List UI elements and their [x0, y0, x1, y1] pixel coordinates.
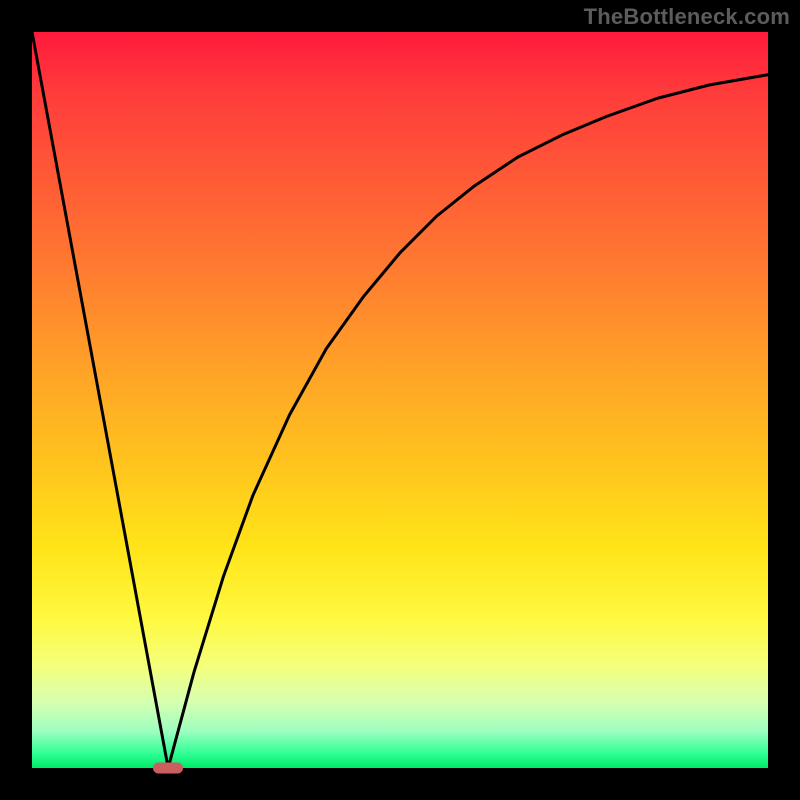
- chart-frame: TheBottleneck.com: [0, 0, 800, 800]
- left-line-path: [32, 32, 168, 768]
- plot-area: [32, 32, 768, 768]
- chart-lines: [32, 32, 768, 768]
- minimum-marker: [153, 763, 183, 774]
- right-curve-path: [168, 75, 768, 768]
- watermark-text: TheBottleneck.com: [584, 4, 790, 30]
